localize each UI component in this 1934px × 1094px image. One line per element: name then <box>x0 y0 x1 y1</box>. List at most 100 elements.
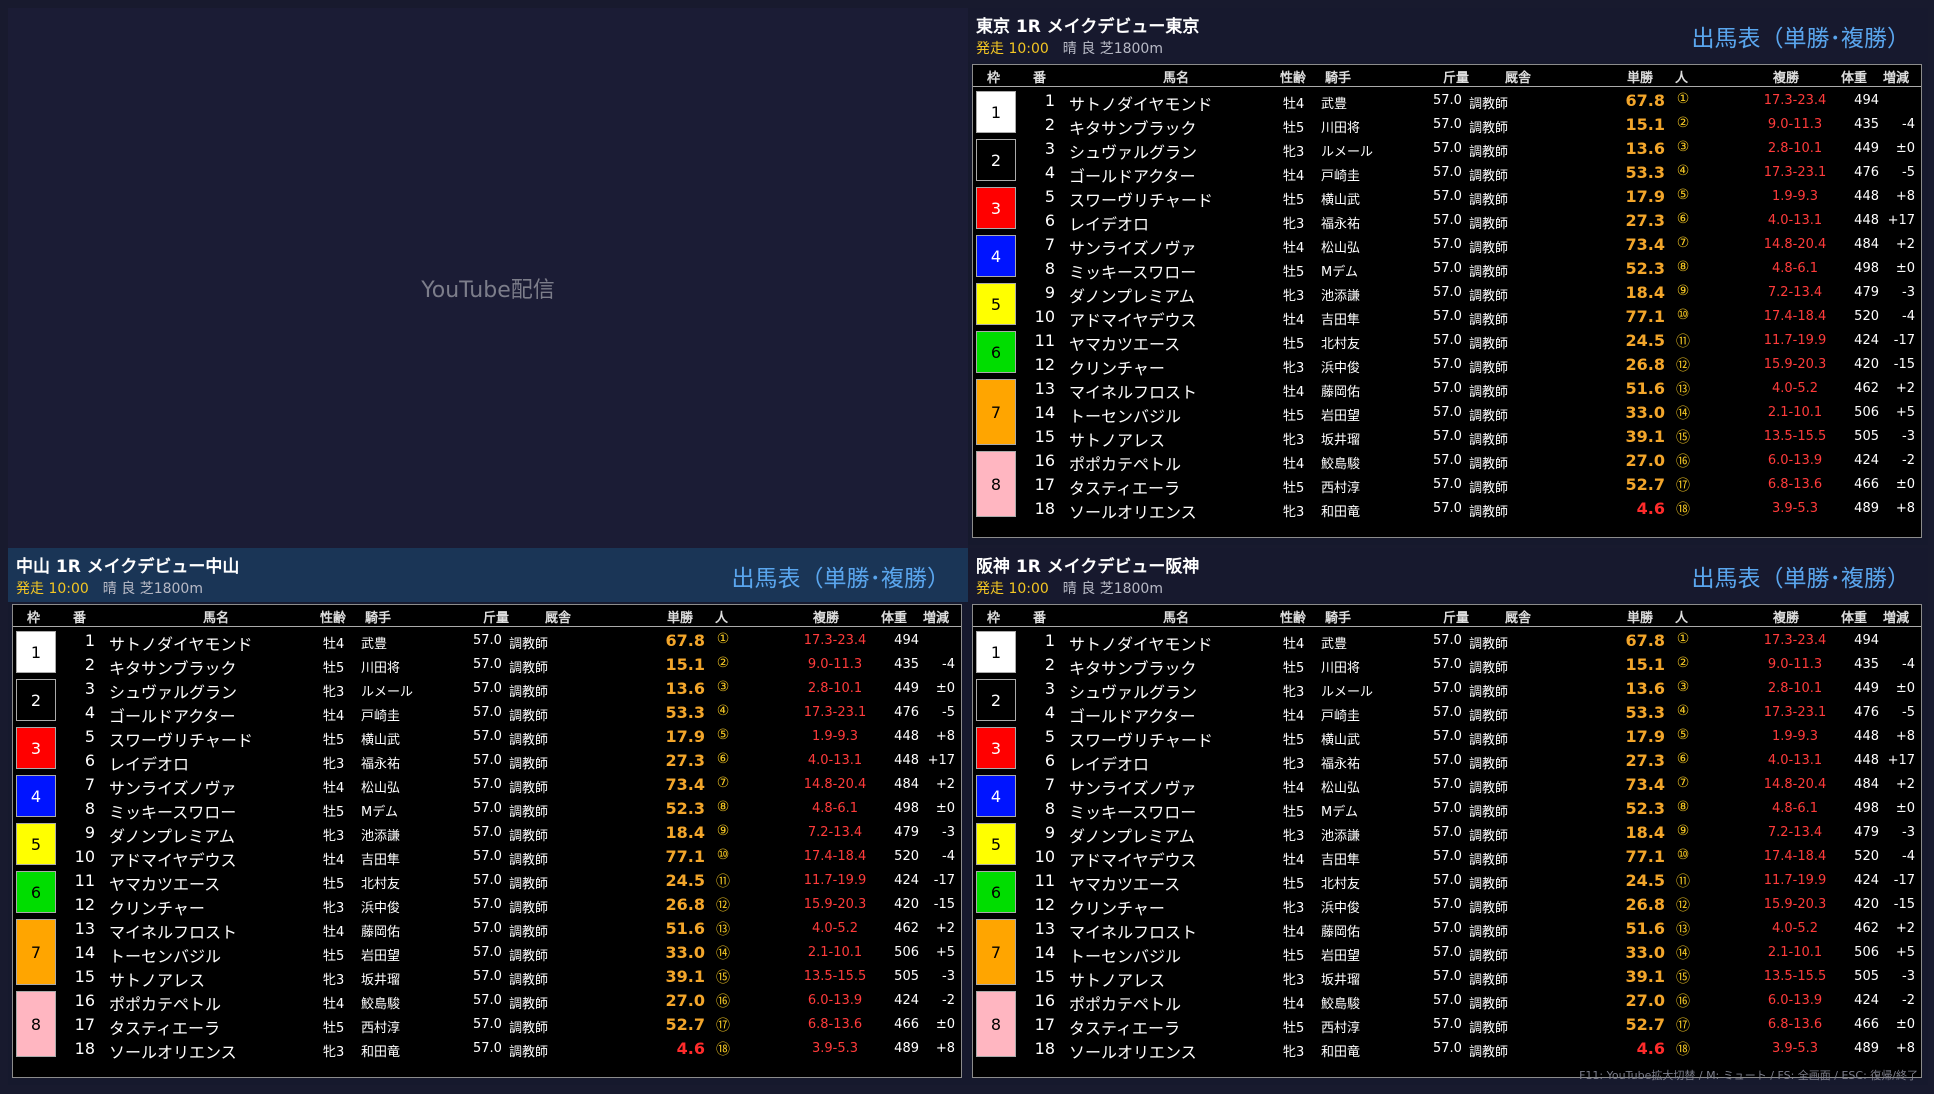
cell-place: 11.7-19.9 <box>803 873 867 888</box>
cell-weight: 57.0 <box>473 657 502 672</box>
cell-bw: 506 <box>894 945 919 960</box>
cell-jockey: 北村友 <box>1321 337 1361 352</box>
cell-place: 1.9-9.3 <box>811 729 859 744</box>
table-row[interactable]: 2 キタサンブラック 牡5 川田将 57.0 調教師 15.1 ② 9.0-11.3 435 -4 <box>13 652 961 678</box>
table-row[interactable]: 17 タスティエーラ 牡5 西村淳 57.0 調教師 52.7 ⑰ 6.8-13.6 466 ±0 <box>973 472 1921 498</box>
table-row[interactable]: 16 ポポカテペトル 牡4 鮫島駿 57.0 調教師 27.0 ⑯ 6.0-13.9 424 -2 <box>13 988 961 1014</box>
table-row[interactable]: 11 ヤマカツエース 牡5 北村友 57.0 調教師 24.5 ⑪ 11.7-19.9 424 -1… <box>973 328 1921 354</box>
table-row[interactable]: 3 シュヴァルグラン 牝3 ルメール 57.0 調教師 13.6 ③ 2.8-10.1 449 ±0 <box>973 136 1921 162</box>
cell-trainer: 調教師 <box>1469 853 1509 868</box>
table-row[interactable]: 7 サンライズノヴァ 牡4 松山弘 57.0 調教師 73.4 ⑦ 14.8-20.4 484 +2 <box>973 772 1921 798</box>
cell-win: 18.4 <box>1625 283 1665 302</box>
cell-win: 51.6 <box>665 919 705 938</box>
cell-jockey: 藤岡佑 <box>361 925 401 940</box>
table-row[interactable]: 15 サトノアレス 牝3 坂井瑠 57.0 調教師 39.1 ⑮ 13.5-15.5 505 -3 <box>13 964 961 990</box>
table-row[interactable]: 17 タスティエーラ 牡5 西村淳 57.0 調教師 52.7 ⑰ 6.8-13.6 466 ±0 <box>973 1012 1921 1038</box>
table-row[interactable]: 12 クリンチャー 牝3 浜中俊 57.0 調教師 26.8 ⑫ 15.9-20.3 420 -15 <box>973 352 1921 378</box>
table-row[interactable]: 8 ミッキースワロー 牡5 Mデム 57.0 調教師 52.3 ⑧ 4.8-6.1 498 ±0 <box>973 796 1921 822</box>
table-row[interactable]: 16 ポポカテペトル 牡4 鮫島駿 57.0 調教師 27.0 ⑯ 6.0-13.9 424 -2 <box>973 448 1921 474</box>
table-row[interactable]: 13 マイネルフロスト 牡4 藤岡佑 57.0 調教師 51.6 ⑬ 4.0-5.2 462 +2 <box>973 376 1921 402</box>
table-row[interactable]: 6 レイデオロ 牝3 福永祐 57.0 調教師 27.3 ⑥ 4.0-13.1 448 +17 <box>973 748 1921 774</box>
table-row[interactable]: 6 レイデオロ 牝3 福永祐 57.0 調教師 27.3 ⑥ 4.0-13.1 448 +17 <box>973 208 1921 234</box>
table-row[interactable]: 1 サトノダイヤモンド 牡4 武豊 57.0 調教師 67.8 ① 17.3-23.4 494 <box>13 628 961 654</box>
table-row[interactable]: 5 スワーヴリチャード 牡5 横山武 57.0 調教師 17.9 ⑤ 1.9-9.3 448 +8 <box>973 724 1921 750</box>
table-row[interactable]: 2 キタサンブラック 牡5 川田将 57.0 調教師 15.1 ② 9.0-11.3 435 -4 <box>973 652 1921 678</box>
table-row[interactable]: 15 サトノアレス 牝3 坂井瑠 57.0 調教師 39.1 ⑮ 13.5-15.5 505 -3 <box>973 424 1921 450</box>
table-row[interactable]: 12 クリンチャー 牝3 浜中俊 57.0 調教師 26.8 ⑫ 15.9-20.3 420 -15 <box>973 892 1921 918</box>
table-row[interactable]: 13 マイネルフロスト 牡4 藤岡佑 57.0 調教師 51.6 ⑬ 4.0-5.2 462 +2 <box>13 916 961 942</box>
cell-place: 17.3-23.1 <box>803 705 867 720</box>
table-row[interactable]: 9 ダノンプレミアム 牝3 池添謙 57.0 調教師 18.4 ⑨ 7.2-13.4 479 -3 <box>13 820 961 846</box>
table-row[interactable]: 11 ヤマカツエース 牡5 北村友 57.0 調教師 24.5 ⑪ 11.7-19.9 424 -1… <box>973 868 1921 894</box>
cell-sex: 牡4 <box>1283 637 1305 652</box>
table-row[interactable]: 11 ヤマカツエース 牡5 北村友 57.0 調教師 24.5 ⑪ 11.7-19.9 424 -1… <box>13 868 961 894</box>
cell-weight: 57.0 <box>1433 1017 1462 1032</box>
cell-weight: 57.0 <box>1433 633 1462 648</box>
table-row[interactable]: 8 ミッキースワロー 牡5 Mデム 57.0 調教師 52.3 ⑧ 4.8-6.1 498 ±0 <box>13 796 961 822</box>
cell-pop: ⑰ <box>1676 1018 1690 1034</box>
cell-weight: 57.0 <box>1433 897 1462 912</box>
table-row[interactable]: 16 ポポカテペトル 牡4 鮫島駿 57.0 調教師 27.0 ⑯ 6.0-13.9 424 -2 <box>973 988 1921 1014</box>
table-row[interactable]: 9 ダノンプレミアム 牝3 池添謙 57.0 調教師 18.4 ⑨ 7.2-13.4 479 -3 <box>973 280 1921 306</box>
cell-jockey: 坂井瑠 <box>1321 433 1361 448</box>
table-row[interactable]: 10 アドマイヤデウス 牡4 吉田隼 57.0 調教師 77.1 ⑩ 17.4-18.4 520-… <box>973 304 1921 330</box>
table-row[interactable]: 14 トーセンバジル 牡5 岩田望 57.0 調教師 33.0 ⑭ 2.1-10.1 506 +5 <box>973 400 1921 426</box>
cell-jockey: 岩田望 <box>1321 409 1361 424</box>
cell-jockey: 武豊 <box>1321 97 1348 112</box>
table-row[interactable]: 5 スワーヴリチャード 牡5 横山武 57.0 調教師 17.9 ⑤ 1.9-9.3 448 +8 <box>973 184 1921 210</box>
table-row[interactable]: 3 シュヴァルグラン 牝3 ルメール 57.0 調教師 13.6 ③ 2.8-10.1 449 ±0 <box>13 676 961 702</box>
table-row[interactable]: 4 ゴールドアクター 牡4 戸崎圭 57.0 調教師 53.3 ④ 17.3-23.1 476 -5 <box>973 160 1921 186</box>
table-row[interactable]: 14 トーセンバジル 牡5 岩田望 57.0 調教師 33.0 ⑭ 2.1-10.1 506 +5 <box>13 940 961 966</box>
youtube-pane[interactable]: YouTube配信 <box>8 8 968 548</box>
cell-win: 27.3 <box>665 751 705 770</box>
cell-bw: 424 <box>894 993 919 1008</box>
table-row[interactable]: 10 アドマイヤデウス 牡4 吉田隼 57.0 調教師 77.1 ⑩ 17.4-18.4 520-… <box>13 844 961 870</box>
cell-sex: 牡5 <box>1283 193 1305 208</box>
table-row[interactable]: 7 サンライズノヴァ 牡4 松山弘 57.0 調教師 73.4 ⑦ 14.8-20.4 484 +2 <box>13 772 961 798</box>
table-row[interactable]: 6 レイデオロ 牝3 福永祐 57.0 調教師 27.3 ⑥ 4.0-13.1 448 +17 <box>13 748 961 774</box>
cell-num: 4 <box>1044 163 1055 182</box>
cell-win: 4.6 <box>1636 499 1665 518</box>
table-row[interactable]: 18 ソールオリエンス 牝3 和田竜 57.0 調教師 4.6 ⑱ 3.9-5.3 489 +8 <box>13 1036 961 1062</box>
table-row[interactable]: 4 ゴールドアクター 牡4 戸崎圭 57.0 調教師 53.3 ④ 17.3-23.1 476 -5 <box>973 700 1921 726</box>
table-row[interactable]: 18 ソールオリエンス 牝3 和田竜 57.0 調教師 4.6 ⑱ 3.9-5.3 489 +8 <box>973 496 1921 522</box>
cell-bw: 449 <box>1854 681 1879 696</box>
cell-name: ソールオリエンス <box>1069 1043 1197 1062</box>
table-row[interactable]: 5 スワーヴリチャード 牡5 横山武 57.0 調教師 17.9 ⑤ 1.9-9.3 448 +8 <box>13 724 961 750</box>
cell-trainer: 調教師 <box>1469 289 1509 304</box>
table-row[interactable]: 8 ミッキースワロー 牡5 Mデム 57.0 調教師 52.3 ⑧ 4.8-6.1 498 ±0 <box>973 256 1921 282</box>
cell-diff: -4 <box>942 849 955 864</box>
table-row[interactable]: 13 マイネルフロスト 牡4 藤岡佑 57.0 調教師 51.6 ⑬ 4.0-5.2 462 +2 <box>973 916 1921 942</box>
cell-sex: 牡4 <box>323 781 345 796</box>
cell-jockey: 戸崎圭 <box>361 709 401 724</box>
cell-num: 10 <box>1034 307 1055 326</box>
table-row[interactable]: 1 サトノダイヤモンド 牡4 武豊 57.0 調教師 67.8 ① 17.3-23.4 494 <box>973 88 1921 114</box>
table-row[interactable]: 4 ゴールドアクター 牡4 戸崎圭 57.0 調教師 53.3 ④ 17.3-23.1 476 -5 <box>13 700 961 726</box>
cell-sex: 牝3 <box>323 757 345 772</box>
table-row[interactable]: 10 アドマイヤデウス 牡4 吉田隼 57.0 調教師 77.1 ⑩ 17.4-18.4 520-… <box>973 844 1921 870</box>
cell-weight: 57.0 <box>473 729 502 744</box>
cell-win: 24.5 <box>1625 871 1665 890</box>
cell-pop: ⑫ <box>716 898 730 914</box>
table-row[interactable]: 14 トーセンバジル 牡5 岩田望 57.0 調教師 33.0 ⑭ 2.1-10.1 506 +5 <box>973 940 1921 966</box>
table-row[interactable]: 1 サトノダイヤモンド 牡4 武豊 57.0 調教師 67.8 ① 17.3-23.4 494 <box>973 628 1921 654</box>
cell-jockey: 和田竜 <box>361 1045 401 1060</box>
table-row[interactable]: 9 ダノンプレミアム 牝3 池添謙 57.0 調教師 18.4 ⑨ 7.2-13.4 479 -3 <box>973 820 1921 846</box>
cell-pop: ⑯ <box>1676 994 1690 1010</box>
table-row[interactable]: 7 サンライズノヴァ 牡4 松山弘 57.0 調教師 73.4 ⑦ 14.8-20.4 484 +2 <box>973 232 1921 258</box>
table-row[interactable]: 12 クリンチャー 牝3 浜中俊 57.0 調教師 26.8 ⑫ 15.9-20.3 420 -15 <box>13 892 961 918</box>
cell-pop: ⑭ <box>1676 946 1690 962</box>
cell-pop: ⑨ <box>716 823 730 839</box>
table-row[interactable]: 2 キタサンブラック 牡5 川田将 57.0 調教師 15.1 ② 9.0-11.3 435 -4 <box>973 112 1921 138</box>
cell-win: 4.6 <box>1636 1039 1665 1058</box>
cell-sex: 牝3 <box>323 1045 345 1060</box>
cell-place: 11.7-19.9 <box>1763 333 1827 348</box>
cell-weight: 57.0 <box>1433 1041 1462 1056</box>
table-row[interactable]: 15 サトノアレス 牝3 坂井瑠 57.0 調教師 39.1 ⑮ 13.5-15.5 505 -3 <box>973 964 1921 990</box>
cell-jockey: 川田将 <box>361 661 401 676</box>
cell-diff: ±0 <box>935 801 955 816</box>
table-row[interactable]: 18 ソールオリエンス 牝3 和田竜 57.0 調教師 4.6 ⑱ 3.9-5.3 489 +8 <box>973 1036 1921 1062</box>
table-row[interactable]: 3 シュヴァルグラン 牝3 ルメール 57.0 調教師 13.6 ③ 2.8-10.1 449 ±0 <box>973 676 1921 702</box>
table-row[interactable]: 17 タスティエーラ 牡5 西村淳 57.0 調教師 52.7 ⑰ 6.8-13.6 466 ±0 <box>13 1012 961 1038</box>
cell-pop: ① <box>1676 91 1690 107</box>
